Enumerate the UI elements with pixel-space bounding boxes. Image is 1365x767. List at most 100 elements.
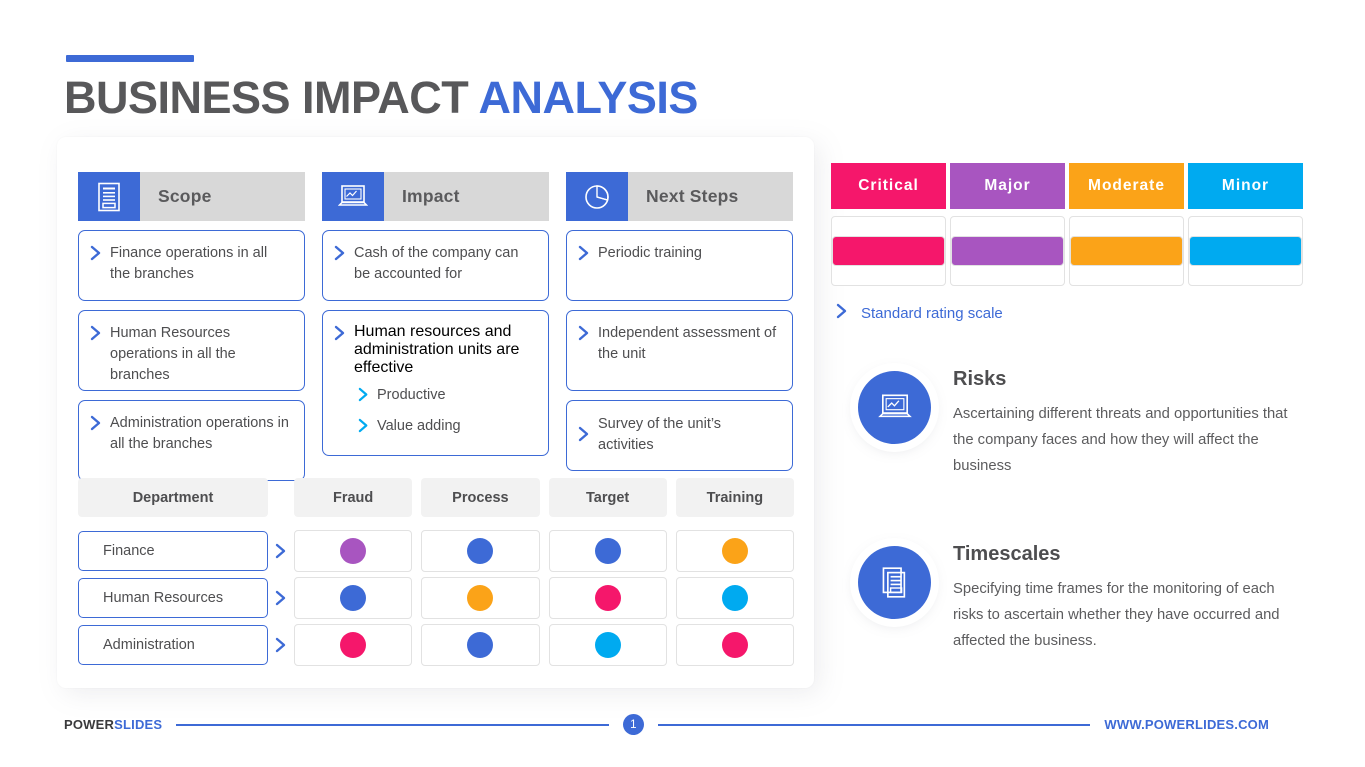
impact-subitems: Productive Value adding [334, 385, 535, 439]
page-title: BUSINESS IMPACT ANALYSIS [64, 72, 698, 124]
info-body-timescales: Specifying time frames for the monitorin… [953, 581, 1280, 649]
chevron-right-icon [90, 415, 103, 436]
rating-cell[interactable] [294, 530, 413, 572]
rating-cell[interactable] [421, 530, 540, 572]
legend-dot-moderate [1070, 236, 1183, 266]
scope-item-1-text: Human Resources operations in all the br… [110, 325, 236, 383]
table-row: Finance [78, 530, 794, 572]
table-row: Administration [78, 624, 794, 666]
rating-cell[interactable] [548, 624, 667, 666]
next-steps-item-1[interactable]: Independent assessment of the unit [566, 310, 793, 391]
matrix-header-target: Target [548, 478, 667, 517]
chevron-right-icon [334, 245, 347, 266]
rating-cell[interactable] [548, 530, 667, 572]
rating-dot-blue [467, 632, 494, 658]
rating-cell[interactable] [675, 624, 794, 666]
page-title-main: BUSINESS IMPACT [64, 72, 479, 123]
rating-dot-critical [594, 585, 621, 611]
scope-item-1[interactable]: Human Resources operations in all the br… [78, 310, 305, 391]
rating-cell[interactable] [675, 577, 794, 619]
legend-dot-major [951, 236, 1064, 266]
page-title-highlight: ANALYSIS [478, 72, 699, 123]
document-list-icon [858, 546, 931, 619]
next-steps-item-0-text: Periodic training [598, 245, 702, 261]
chevron-right-icon [90, 325, 103, 346]
chevron-right-icon [836, 303, 849, 323]
scope-item-2[interactable]: Administration operations in all the bra… [78, 400, 305, 481]
scope-item-0-text: Finance operations in all the branches [110, 245, 268, 282]
department-cell[interactable]: Administration [78, 625, 268, 665]
rating-dot-moderate [467, 585, 494, 611]
brand-dark: POWER [64, 717, 115, 732]
laptop-chart-icon [858, 371, 931, 444]
rating-cells [294, 530, 794, 572]
legend-header-moderate[interactable]: Moderate [1069, 163, 1184, 209]
standard-rating-scale-link[interactable]: Standard rating scale [831, 303, 1303, 323]
page-number-badge: 1 [622, 714, 644, 735]
department-cell[interactable]: Finance [78, 531, 268, 571]
chevron-right-icon [358, 418, 370, 439]
info-body-risks: Ascertaining different threats and oppor… [953, 406, 1288, 474]
matrix-header-row: Department Fraud Process Target Training [78, 478, 794, 517]
columns-container: Scope Finance operations in all the bran… [78, 172, 794, 481]
impact-item-1[interactable]: Human resources and administration units… [322, 310, 549, 456]
impact-subitem-0[interactable]: Productive [358, 385, 535, 408]
laptop-chart-icon [322, 172, 384, 221]
impact-subitem-1-text: Value adding [377, 418, 461, 434]
website-url: WWW.POWERLIDES.COM [1104, 717, 1270, 732]
table-row: Human Resources [78, 577, 794, 619]
chevron-right-icon [268, 590, 294, 606]
info-text-timescales: Timescales Specifying time frames for th… [953, 543, 1288, 654]
impact-subitem-1[interactable]: Value adding [358, 416, 535, 439]
rating-cell[interactable] [421, 577, 540, 619]
rating-cell[interactable] [294, 624, 413, 666]
title-accent-bar [66, 55, 194, 62]
scope-item-2-text: Administration operations in all the bra… [110, 415, 289, 452]
info-item-risks: Risks Ascertaining different threats and… [858, 368, 1308, 479]
legend-dot-critical [832, 236, 945, 266]
info-heading-risks: Risks [953, 368, 1007, 390]
footer: POWERSLIDES 1 WWW.POWERLIDES.COM [64, 714, 1269, 735]
department-cell[interactable]: Human Resources [78, 578, 268, 618]
brand-light: SLIDES [114, 717, 163, 732]
rating-legend: Critical Major Moderate Minor Standard rati… [831, 163, 1303, 323]
matrix-header-training: Training [675, 478, 794, 517]
rating-dot-blue [594, 538, 621, 564]
rating-dot-moderate [721, 538, 748, 564]
legend-header-minor[interactable]: Minor [1188, 163, 1303, 209]
legend-headers: Critical Major Moderate Minor [831, 163, 1303, 209]
chevron-right-icon [578, 245, 591, 266]
scope-item-0[interactable]: Finance operations in all the branches [78, 230, 305, 301]
rating-dot-minor [594, 632, 621, 658]
matrix-header-department: Department [78, 478, 268, 517]
brand-logo: POWERSLIDES [64, 717, 162, 732]
impact-subitem-0-text: Productive [377, 387, 446, 403]
rating-cell[interactable] [294, 577, 413, 619]
column-header-impact[interactable]: Impact [322, 172, 549, 221]
info-text-risks: Risks Ascertaining different threats and… [953, 368, 1288, 479]
chevron-right-icon [90, 245, 103, 266]
next-steps-item-2[interactable]: Survey of the unit’s activities [566, 400, 793, 471]
column-header-scope[interactable]: Scope [78, 172, 305, 221]
impact-item-1-text: Human resources and administration units… [354, 323, 520, 376]
rating-cell[interactable] [675, 530, 794, 572]
matrix-rows: Finance Human Resources Administration [78, 530, 794, 666]
matrix-header-process: Process [421, 478, 540, 517]
chevron-right-icon [334, 325, 347, 346]
rating-dot-blue [340, 585, 367, 611]
column-next-steps: Next Steps Periodic training Independent… [566, 172, 793, 481]
chevron-right-icon [578, 426, 591, 447]
impact-item-0[interactable]: Cash of the company can be accounted for [322, 230, 549, 301]
legend-header-critical[interactable]: Critical [831, 163, 946, 209]
impact-item-0-text: Cash of the company can be accounted for [354, 245, 519, 282]
rating-cell[interactable] [421, 624, 540, 666]
rating-dot-major [340, 538, 367, 564]
next-steps-item-2-text: Survey of the unit’s activities [598, 416, 722, 453]
rating-cell[interactable] [548, 577, 667, 619]
info-section: Risks Ascertaining different threats and… [858, 368, 1308, 654]
next-steps-item-0[interactable]: Periodic training [566, 230, 793, 301]
chevron-right-icon [358, 387, 370, 408]
column-header-next-steps[interactable]: Next Steps [566, 172, 793, 221]
legend-swatch-minor [1188, 216, 1303, 286]
legend-header-major[interactable]: Major [950, 163, 1065, 209]
